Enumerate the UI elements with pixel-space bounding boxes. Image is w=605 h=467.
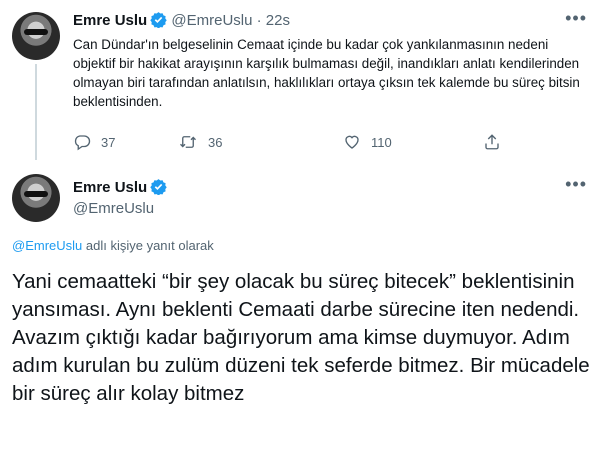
avatar[interactable] [12, 12, 60, 60]
like-count: 110 [371, 134, 392, 150]
retweet-button[interactable]: 36 [178, 133, 222, 151]
tweet-text: Yani cemaatteki “bir şey olacak bu süreç… [12, 270, 590, 405]
author-name-row: Emre Uslu [73, 178, 167, 199]
separator-dot: · [256, 12, 262, 29]
share-icon [485, 134, 499, 150]
reply-button[interactable]: 37 [73, 133, 115, 151]
share-button[interactable] [483, 133, 511, 151]
thread-connector-line [35, 64, 37, 160]
retweet-count: 36 [208, 134, 223, 150]
author-name[interactable]: Emre Uslu [73, 12, 147, 29]
tweet-time[interactable]: 22s [266, 12, 290, 29]
avatar-glasses [24, 29, 48, 35]
retweet-icon [180, 136, 196, 148]
like-button[interactable]: 110 [343, 133, 392, 151]
heart-icon [345, 135, 359, 149]
tweet-parent[interactable]: Emre Uslu @EmreUslu · 22s ••• Can Dündar… [0, 0, 605, 160]
author-handle[interactable]: @EmreUslu [171, 12, 252, 29]
tweet-main[interactable]: Emre Uslu @EmreUslu ••• @EmreUslu adlı k… [0, 160, 605, 467]
avatar[interactable] [12, 174, 60, 222]
replying-text: adlı kişiye yanıt olarak [82, 238, 214, 253]
reply-icon [74, 135, 91, 151]
tweet-header: Emre Uslu @EmreUslu · 22s [73, 11, 290, 32]
more-dots-icon[interactable]: ••• [565, 8, 587, 29]
tweet-text: Can Dündar'ın belgeselinin Cemaat içinde… [73, 37, 580, 109]
reply-count: 37 [101, 134, 116, 150]
verified-badge-icon [150, 178, 167, 199]
avatar-glasses [24, 191, 48, 197]
replying-mention-link[interactable]: @EmreUslu [12, 238, 82, 253]
verified-badge-icon [150, 11, 167, 32]
author-handle[interactable]: @EmreUslu [73, 200, 154, 217]
tweet-actions: 37 36 110 [73, 133, 513, 155]
author-name[interactable]: Emre Uslu [73, 179, 147, 196]
replying-to: @EmreUslu adlı kişiye yanıt olarak [12, 238, 214, 253]
more-dots-icon[interactable]: ••• [565, 174, 587, 195]
